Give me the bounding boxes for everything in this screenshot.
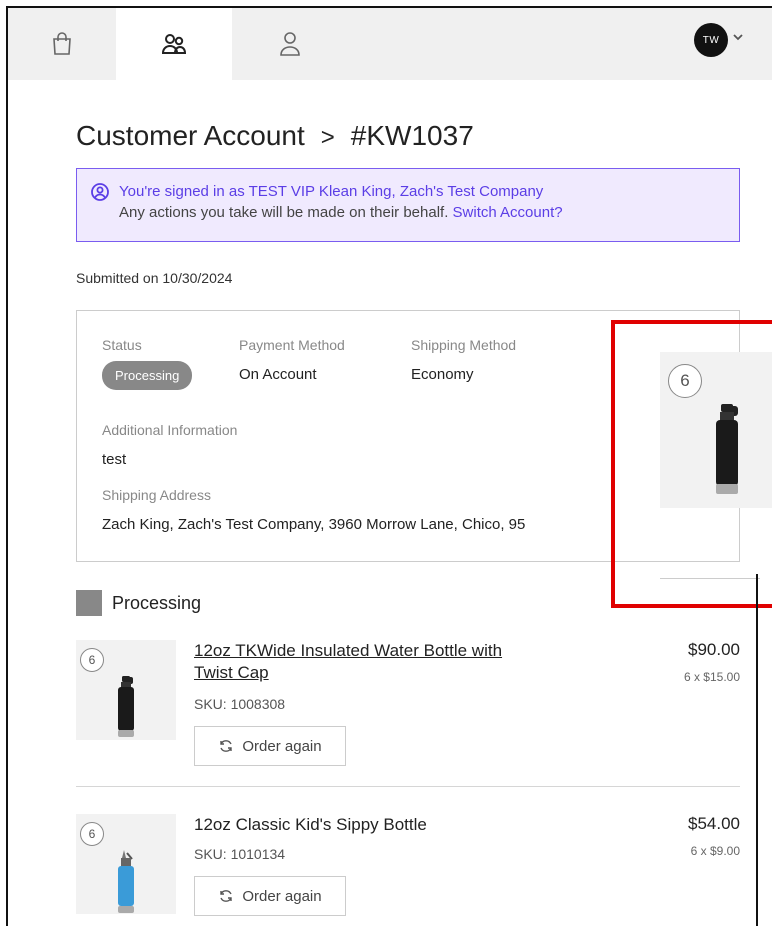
highlight-box xyxy=(611,320,772,608)
users-icon xyxy=(161,34,187,54)
shipping-address-value: Zach King, Zach's Test Company, 3960 Mor… xyxy=(102,516,526,533)
product-sku: SKU: 1008308 xyxy=(194,696,286,712)
quantity-badge: 6 xyxy=(80,822,104,846)
shopping-bag-icon xyxy=(53,32,71,55)
product-name: 12oz Classic Kid's Sippy Bottle xyxy=(194,815,427,834)
list-item: 6 12oz TKWide Insulated Water Bottle wit… xyxy=(76,640,740,770)
order-again-label: Order again xyxy=(242,737,322,755)
shipping-method-label: Shipping Method xyxy=(411,337,517,353)
status-badge: Processing xyxy=(102,361,193,390)
product-name-line2: Twist Cap xyxy=(194,663,269,682)
divider xyxy=(76,786,740,787)
payment-method-value: On Account xyxy=(239,366,317,383)
section-header: Processing xyxy=(76,590,201,616)
signed-in-notice: You're signed in as TEST VIP Klean King,… xyxy=(76,168,740,242)
refresh-icon xyxy=(220,740,233,752)
product-name-line1: 12oz TKWide Insulated Water Bottle with xyxy=(194,641,503,660)
payment-method-label: Payment Method xyxy=(239,337,345,353)
product-thumbnail[interactable]: 6 xyxy=(76,814,176,914)
page-title: Customer Account > #KW1037 xyxy=(76,120,474,152)
avatar[interactable]: TW xyxy=(694,23,728,57)
product-sku: SKU: 1010134 xyxy=(194,846,286,862)
breadcrumb-customer-account[interactable]: Customer Account xyxy=(76,120,305,151)
user-circle-icon xyxy=(91,183,109,201)
app-frame: TW Customer Account > #KW1037 You're signe… xyxy=(6,6,772,926)
product-thumbnail[interactable]: 6 xyxy=(76,640,176,740)
order-number: #KW1037 xyxy=(350,120,474,151)
item-total: $90.00 xyxy=(688,640,740,659)
shipping-method-value: Economy xyxy=(411,366,474,383)
breadcrumb-separator: > xyxy=(320,124,335,151)
order-again-button[interactable]: Order again xyxy=(194,876,346,916)
divider xyxy=(756,574,758,926)
sippy-bottle-image xyxy=(118,850,134,913)
item-total: $54.00 xyxy=(688,814,740,833)
submitted-date: Submitted on 10/30/2024 xyxy=(76,270,233,286)
additional-info-label: Additional Information xyxy=(102,422,238,438)
shipping-address-label: Shipping Address xyxy=(102,487,211,503)
section-title: Processing xyxy=(112,592,202,613)
tab-shop[interactable] xyxy=(28,8,96,80)
notice-subtext: Any actions you take will be made on the… xyxy=(91,202,739,223)
switch-account-link[interactable]: Switch Account? xyxy=(453,204,563,221)
item-unit-price: 6 x $9.00 xyxy=(690,844,740,858)
quantity-badge: 6 xyxy=(80,648,104,672)
user-icon xyxy=(280,32,300,56)
refresh-icon xyxy=(220,890,233,902)
tab-profile[interactable] xyxy=(244,8,336,80)
water-bottle-image xyxy=(118,676,134,737)
product-name-link[interactable]: 12oz TKWide Insulated Water Bottle with … xyxy=(194,640,594,684)
notice-subtext-body: Any actions you take will be made on the… xyxy=(119,204,449,221)
avatar-initials: TW xyxy=(702,34,720,46)
item-unit-price: 6 x $15.00 xyxy=(683,670,740,684)
chevron-down-icon[interactable] xyxy=(732,32,744,42)
order-again-label: Order again xyxy=(242,887,322,905)
tab-accounts[interactable] xyxy=(116,8,232,80)
status-swatch xyxy=(76,590,102,616)
status-label: Status xyxy=(102,337,142,353)
additional-info-value: test xyxy=(102,451,127,468)
list-item: 6 12oz Classic Kid's Sippy Bottle SKU: 1… xyxy=(76,814,740,924)
order-again-button[interactable]: Order again xyxy=(194,726,346,766)
notice-text: You're signed in as TEST VIP Klean King,… xyxy=(119,183,544,200)
top-nav: TW xyxy=(8,8,772,80)
